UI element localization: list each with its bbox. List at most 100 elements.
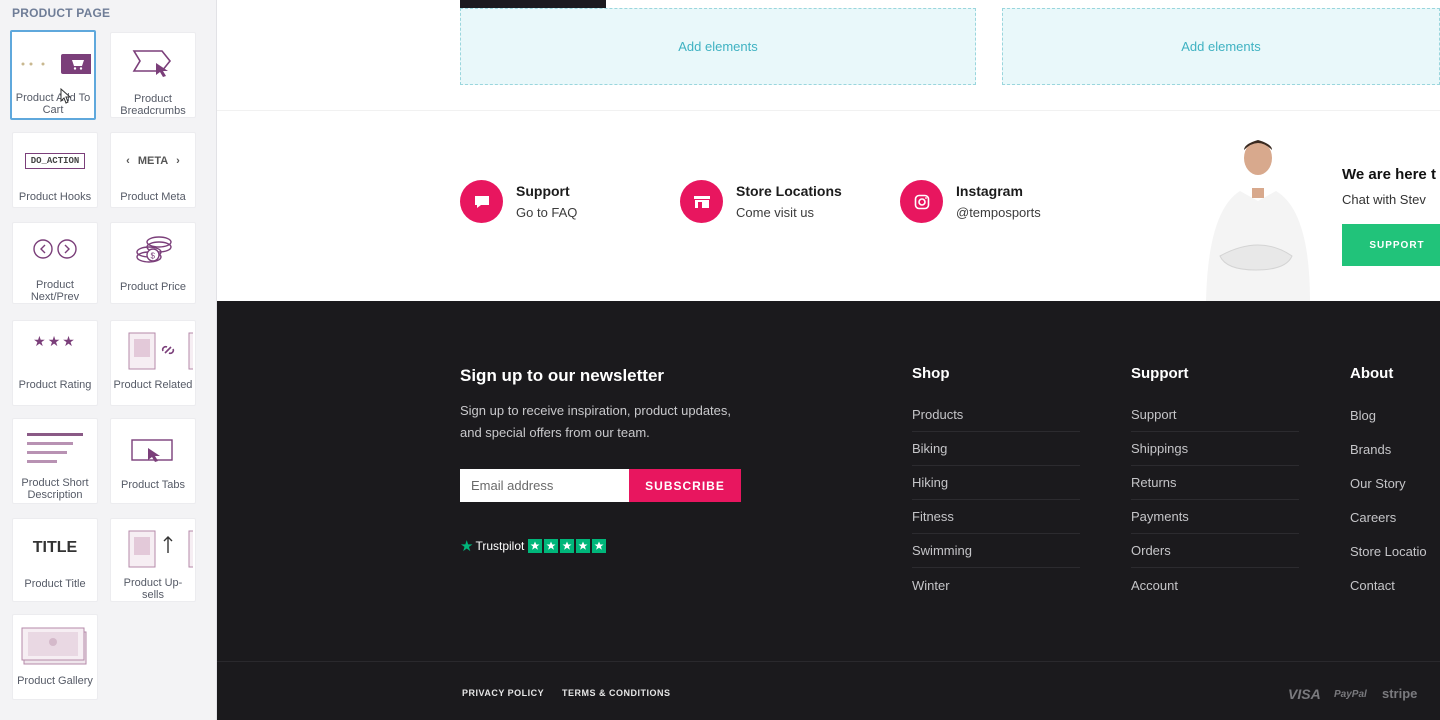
widget-product-add-to-cart[interactable]: Product Add To Cart xyxy=(10,30,96,120)
gallery-icon xyxy=(13,623,97,667)
paypal-icon: PayPal xyxy=(1334,689,1367,700)
trustpilot-badge[interactable]: ★ Trustpilot xyxy=(460,537,608,555)
subscribe-button[interactable]: SUBSCRIBE xyxy=(629,469,741,502)
footer-link[interactable]: Store Locatio xyxy=(1350,534,1440,568)
footer-link[interactable]: Products xyxy=(912,398,1080,432)
info-subtitle: Go to FAQ xyxy=(516,205,578,220)
add-elements-dropzone[interactable]: Add elements xyxy=(460,8,976,85)
cursor-icon xyxy=(60,88,72,104)
info-support[interactable]: Support Go to FAQ xyxy=(460,180,577,223)
footer-link[interactable]: Shippings xyxy=(1131,432,1299,466)
widget-label: Product Meta xyxy=(120,191,186,203)
footer-link[interactable]: Winter xyxy=(912,568,1080,602)
section-handle[interactable] xyxy=(460,0,606,8)
lines-icon xyxy=(13,427,97,469)
footer-column-title-shop: Shop xyxy=(912,365,950,382)
footer-link[interactable]: Swimming xyxy=(912,534,1080,568)
footer-link[interactable]: Account xyxy=(1131,568,1299,602)
divider xyxy=(217,110,1440,111)
info-subtitle: @tempos​ports xyxy=(956,205,1041,220)
widget-product-gallery[interactable]: Product Gallery xyxy=(12,614,98,700)
newsletter-description-line: and special offers from our team. xyxy=(460,425,650,440)
footer-divider xyxy=(217,661,1440,662)
coins-icon: $ xyxy=(111,231,195,271)
footer-link[interactable]: Brands xyxy=(1350,432,1440,466)
terms-conditions-link[interactable]: TERMS & CONDITIONS xyxy=(562,688,671,698)
info-subtitle: Come visit us xyxy=(736,205,815,220)
meta-thumb-text: META xyxy=(137,155,169,167)
widget-product-rating[interactable]: ★★★ Product Rating xyxy=(12,320,98,406)
support-person-image xyxy=(1206,140,1310,301)
instagram-icon xyxy=(900,180,943,223)
footer-link[interactable]: Our Story xyxy=(1350,466,1440,500)
widget-label: Product Tabs xyxy=(120,479,185,491)
widget-product-hooks[interactable]: DO_ACTION Product Hooks xyxy=(12,132,98,208)
widget-product-price[interactable]: $ Product Price xyxy=(110,222,196,304)
widget-product-related[interactable]: Product Related xyxy=(110,320,196,406)
widget-label: Product Short Description xyxy=(21,477,89,501)
widget-product-title[interactable]: TITLE Product Title xyxy=(12,518,98,602)
widget-label: Product Next/Prev xyxy=(30,279,80,303)
sidebar-heading: PRODUCT PAGE xyxy=(12,6,111,20)
trustpilot-label: Trustpilot xyxy=(475,539,525,553)
stars-icon: ★★★ xyxy=(33,332,77,349)
visa-icon: VISA xyxy=(1288,686,1321,702)
info-title: Support xyxy=(516,183,570,199)
email-input[interactable] xyxy=(460,469,629,502)
widget-product-breadcrumbs[interactable]: Product Breadcrumbs xyxy=(110,32,196,118)
newsletter-title: Sign up to our newsletter xyxy=(460,366,665,385)
tabs-icon xyxy=(111,431,195,471)
widget-product-tabs[interactable]: Product Tabs xyxy=(110,418,196,504)
footer-link[interactable]: Blog xyxy=(1350,398,1440,432)
info-title: Store Locations xyxy=(736,183,842,199)
store-icon xyxy=(680,180,723,223)
next-prev-icon xyxy=(13,233,97,265)
footer-column-support: Support Shippings Returns Payments Order… xyxy=(1131,398,1299,602)
related-icon xyxy=(111,329,195,373)
hooks-icon: DO_ACTION xyxy=(24,153,86,169)
footer-link[interactable]: Returns xyxy=(1131,466,1299,500)
footer-column-shop: Products Biking Hiking Fitness Swimming … xyxy=(912,398,1080,602)
footer-link[interactable]: Biking xyxy=(912,432,1080,466)
newsletter-description-line: Sign up to receive inspiration, product … xyxy=(460,403,732,418)
widget-product-short-description[interactable]: Product Short Description xyxy=(12,418,98,504)
rating-star-icon xyxy=(560,539,575,553)
support-button[interactable]: SUPPORT xyxy=(1342,224,1440,266)
stripe-icon: stripe xyxy=(1382,686,1418,701)
widget-label: Product Title xyxy=(24,578,86,590)
widget-product-meta[interactable]: ‹ META › Product Meta xyxy=(110,132,196,208)
widget-label: Product Related xyxy=(113,379,193,391)
footer-link[interactable]: Support xyxy=(1131,398,1299,432)
widget-label: Product Rating xyxy=(18,379,92,391)
footer-link[interactable]: Fitness xyxy=(912,500,1080,534)
widget-label: Product Hooks xyxy=(18,191,92,203)
footer-link[interactable]: Payments xyxy=(1131,500,1299,534)
footer-link[interactable]: Orders xyxy=(1131,534,1299,568)
footer-column-title-about: About xyxy=(1350,365,1394,382)
cart-icon xyxy=(12,46,94,80)
footer-link[interactable]: Careers xyxy=(1350,500,1440,534)
upsells-icon xyxy=(111,527,195,571)
widget-product-next-prev[interactable]: Product Next/Prev xyxy=(12,222,98,304)
chevron-right-icon: › xyxy=(176,155,180,167)
privacy-policy-link[interactable]: PRIVACY POLICY xyxy=(462,688,544,698)
promo-title: We are here t xyxy=(1342,166,1436,183)
rating-star-icon xyxy=(576,539,591,553)
chevron-left-icon: ‹ xyxy=(126,155,130,167)
add-elements-dropzone[interactable]: Add elements xyxy=(1002,8,1440,85)
page-builder: PRODUCT PAGE Product Add To Cart Product… xyxy=(0,0,1440,720)
widget-sidebar: PRODUCT PAGE Product Add To Cart Product… xyxy=(0,0,217,720)
info-title: Instagram xyxy=(956,183,1023,199)
chat-icon xyxy=(460,180,503,223)
footer-column-title-support: Support xyxy=(1131,365,1189,382)
promo-subtitle: Chat with Stev xyxy=(1342,192,1426,207)
footer-link[interactable]: Contact xyxy=(1350,568,1440,602)
widget-product-up-sells[interactable]: Product Up-sells xyxy=(110,518,196,602)
rating-star-icon xyxy=(528,539,543,553)
info-instagram[interactable]: Instagram @tempos​ports xyxy=(900,180,1041,223)
footer-link[interactable]: Hiking xyxy=(912,466,1080,500)
info-store-locations[interactable]: Store Locations Come visit us xyxy=(680,180,842,223)
widget-label: Product Add To Cart xyxy=(15,92,91,116)
widget-label: Product Price xyxy=(119,281,187,293)
svg-text:$: $ xyxy=(151,252,156,261)
